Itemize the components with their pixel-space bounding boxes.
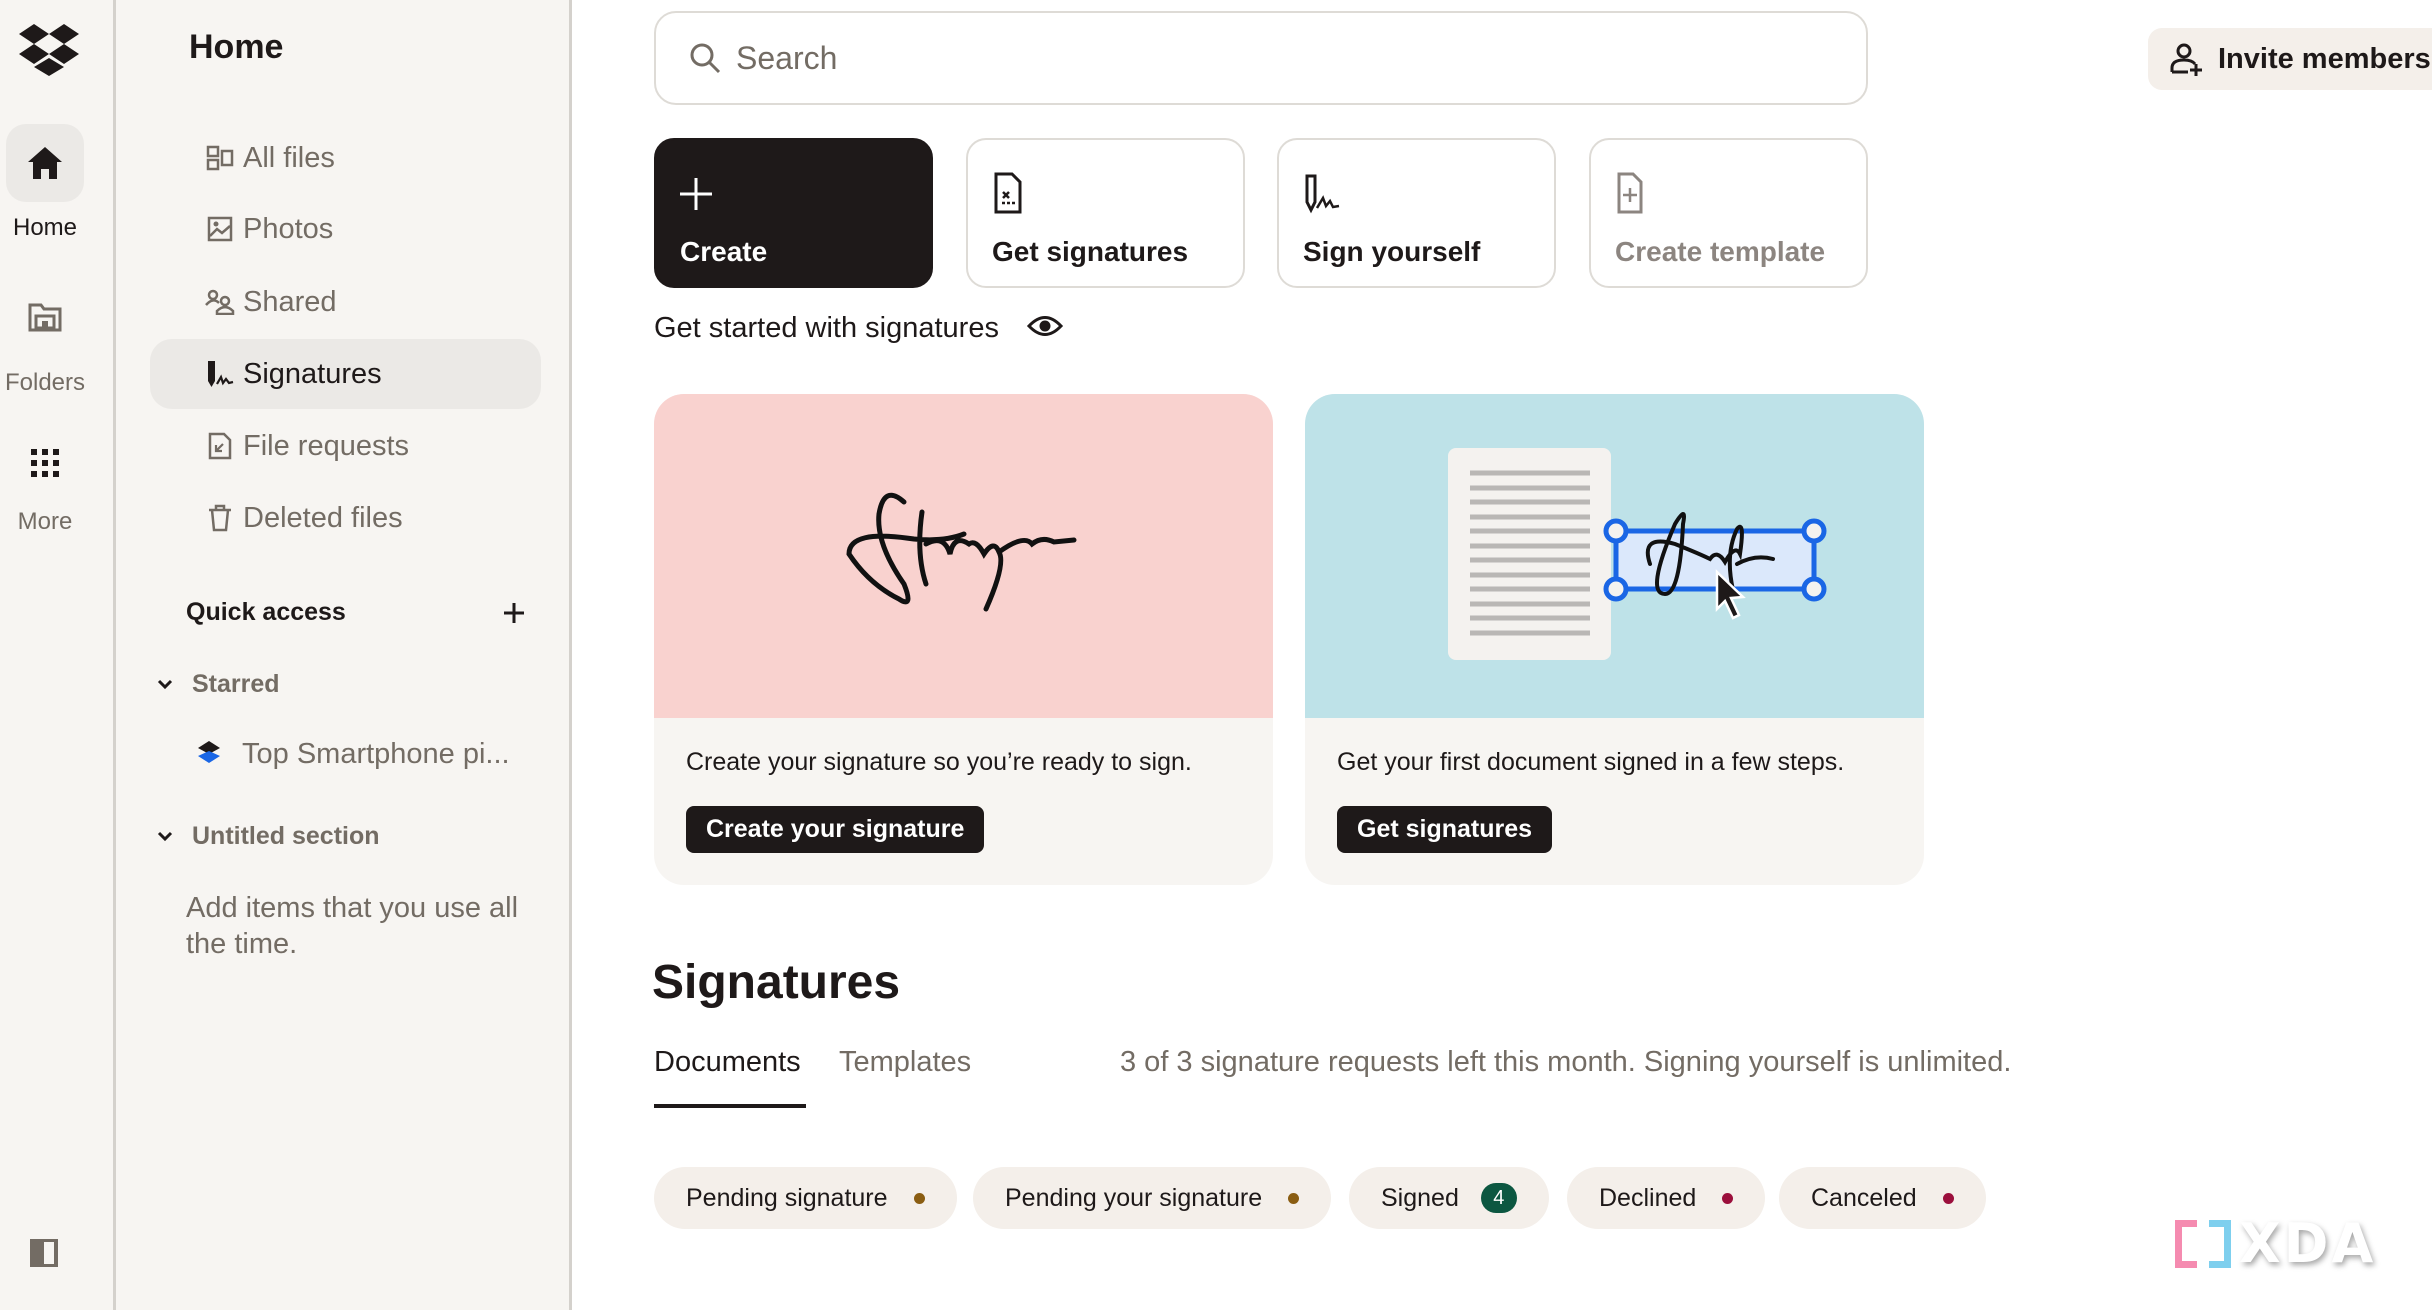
filter-pending-signature[interactable]: Pending signature — [654, 1167, 957, 1229]
untitled-section-toggle[interactable]: Untitled section — [156, 822, 380, 851]
all-files-icon — [205, 143, 235, 173]
xda-bracket-left-icon — [2175, 1219, 2197, 1268]
rail-home-label: Home — [12, 214, 78, 241]
plus-icon — [504, 603, 524, 623]
chevron-down-icon — [156, 826, 178, 847]
invite-members-button[interactable]: Invite members — [2148, 28, 2432, 90]
rail-folders-label: Folders — [4, 369, 86, 396]
signature-quota-text: 3 of 3 signature requests left this mont… — [1120, 1046, 2012, 1078]
get-started-label: Get started with signatures — [654, 312, 999, 344]
app-rail: Home Folders More — [0, 0, 116, 1310]
status-dot — [1942, 1192, 1954, 1204]
signatures-heading: Signatures — [652, 956, 901, 1009]
signature-illustration — [654, 394, 1273, 718]
chevron-down-icon — [156, 674, 178, 695]
stack-file-icon — [196, 740, 222, 769]
tab-documents[interactable]: Documents — [654, 1046, 801, 1079]
sidebar: Home All files Photos Shared Signatures … — [116, 0, 572, 1310]
invite-members-label: Invite members — [2218, 42, 2431, 75]
create-template-button[interactable]: Create template — [1589, 138, 1868, 288]
xda-watermark-text: XDA — [2239, 1212, 2377, 1275]
xda-bracket-right-icon — [2209, 1219, 2231, 1268]
get-signatures-label: Get signatures — [992, 236, 1189, 267]
rail-more-label: More — [17, 508, 73, 535]
sidebar-item-label: Photos — [243, 212, 334, 245]
rail-home-button[interactable] — [6, 124, 84, 202]
photos-icon — [205, 214, 235, 244]
eye-icon[interactable] — [1026, 313, 1064, 344]
active-tab-indicator — [654, 1104, 806, 1108]
filter-pending-your-signature[interactable]: Pending your signature — [973, 1167, 1332, 1229]
sidebar-item-photos[interactable]: Photos — [150, 194, 541, 264]
filter-canceled[interactable]: Canceled — [1779, 1167, 1986, 1229]
create-label: Create — [680, 236, 768, 267]
xda-watermark: XDA — [2175, 1212, 2376, 1275]
rail-more-button[interactable] — [6, 424, 84, 502]
search-input[interactable] — [736, 39, 1836, 77]
status-dot — [913, 1192, 925, 1204]
pen-sign-icon — [1305, 174, 1340, 214]
sidebar-item-shared[interactable]: Shared — [150, 267, 541, 337]
filter-declined[interactable]: Declined — [1567, 1167, 1766, 1229]
sidebar-item-label: Deleted files — [243, 501, 403, 534]
sidebar-item-label: All files — [243, 141, 335, 174]
sidebar-item-all-files[interactable]: All files — [150, 123, 541, 193]
filter-label: Pending signature — [686, 1183, 888, 1212]
starred-item[interactable]: Top Smartphone pi... — [196, 738, 510, 771]
tab-templates[interactable]: Templates — [839, 1046, 971, 1079]
sign-yourself-label: Sign yourself — [1303, 236, 1481, 267]
sidebar-title: Home — [189, 28, 284, 66]
get-signatures-cta-button[interactable]: Get signatures — [1337, 806, 1553, 853]
create-template-label: Create template — [1615, 236, 1826, 267]
get-signatures-card: Get your first document signed in a few … — [1305, 394, 1924, 885]
filter-label: Declined — [1599, 1183, 1697, 1212]
home-icon — [28, 147, 62, 179]
dropbox-logo[interactable] — [18, 22, 80, 78]
sidebar-item-label: File requests — [243, 429, 410, 462]
trash-icon — [205, 503, 235, 533]
starred-section-toggle[interactable]: Starred — [156, 670, 280, 699]
quick-access-title: Quick access — [186, 598, 346, 626]
filter-signed[interactable]: Signed 4 — [1349, 1167, 1549, 1229]
sidebar-toggle-icon[interactable] — [29, 1238, 59, 1268]
untitled-section-label: Untitled section — [192, 822, 380, 850]
create-signature-card: Create your signature so you’re ready to… — [654, 394, 1273, 885]
folder-icon — [28, 303, 62, 332]
create-button[interactable]: Create — [654, 138, 933, 288]
signatures-icon — [205, 359, 235, 389]
grid-icon — [31, 449, 59, 477]
sidebar-item-label: Signatures — [243, 357, 382, 390]
document-add-icon — [1617, 172, 1643, 214]
starred-item-label: Top Smartphone pi... — [242, 738, 510, 770]
document-signing-illustration — [1305, 394, 1924, 718]
quick-access-empty-hint: Add items that you use all the time. — [186, 892, 519, 960]
get-started-header: Get started with signatures — [654, 312, 1064, 345]
shared-icon — [205, 287, 235, 317]
file-requests-icon — [205, 431, 235, 461]
search-bar[interactable] — [654, 11, 1868, 105]
status-dot — [1722, 1192, 1734, 1204]
sidebar-item-file-requests[interactable]: File requests — [150, 411, 541, 481]
get-signatures-button[interactable]: Get signatures — [966, 138, 1245, 288]
signed-count-badge: 4 — [1480, 1183, 1517, 1213]
card-description: Get your first document signed in a few … — [1337, 748, 1845, 776]
sidebar-item-deleted-files[interactable]: Deleted files — [150, 483, 541, 553]
filter-label: Pending your signature — [1005, 1183, 1263, 1212]
add-user-icon — [2170, 43, 2202, 76]
rail-folders-button[interactable] — [6, 278, 84, 356]
filter-label: Signed — [1381, 1183, 1459, 1212]
sidebar-item-label: Shared — [243, 285, 337, 318]
create-your-signature-button[interactable]: Create your signature — [686, 806, 985, 853]
card-description: Create your signature so you’re ready to… — [686, 748, 1192, 776]
plus-icon — [680, 178, 712, 210]
quick-access-add-button[interactable] — [496, 594, 532, 630]
sign-yourself-button[interactable]: Sign yourself — [1277, 138, 1556, 288]
search-icon — [690, 43, 721, 74]
status-dot — [1288, 1192, 1300, 1204]
filter-label: Canceled — [1811, 1183, 1917, 1212]
document-signature-icon — [994, 172, 1022, 214]
starred-section-label: Starred — [192, 670, 280, 698]
sidebar-item-signatures[interactable]: Signatures — [150, 339, 541, 409]
